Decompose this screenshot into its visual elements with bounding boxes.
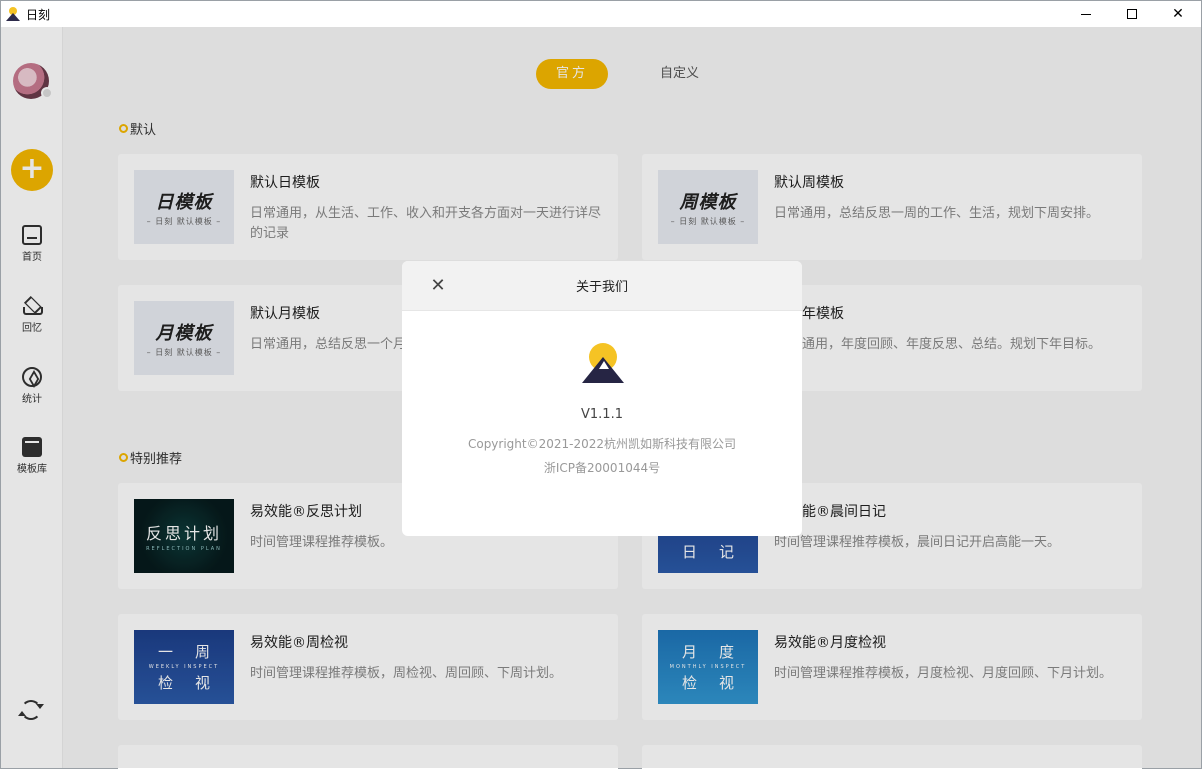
app-logo-icon (580, 341, 626, 387)
about-dialog: ✕ 关于我们 V1.1.1 Copyright©2021-2022杭州凯如斯科技… (402, 261, 802, 536)
app-logo-icon (6, 7, 20, 21)
minimize-button[interactable] (1063, 1, 1109, 27)
window-title: 日刻 (26, 7, 51, 22)
minimize-icon (1081, 13, 1091, 15)
maximize-button[interactable] (1109, 1, 1155, 27)
title-bar: 日刻 ✕ (1, 1, 1201, 27)
maximize-icon (1127, 9, 1137, 19)
copyright-text: Copyright©2021-2022杭州凯如斯科技有限公司 (467, 437, 737, 451)
close-window-button[interactable]: ✕ (1155, 1, 1201, 27)
dialog-header: ✕ 关于我们 (402, 261, 802, 311)
app-window: 日刻 ✕ + 首页 回忆 统计 模板库 官方 自定义 默认 日模板 – 日刻 默… (0, 0, 1202, 775)
icp-license: 浙ICP备20001044号 (543, 461, 661, 475)
dialog-title: 关于我们 (575, 280, 628, 295)
close-icon: ✕ (1172, 6, 1184, 22)
app-version: V1.1.1 (581, 407, 623, 422)
